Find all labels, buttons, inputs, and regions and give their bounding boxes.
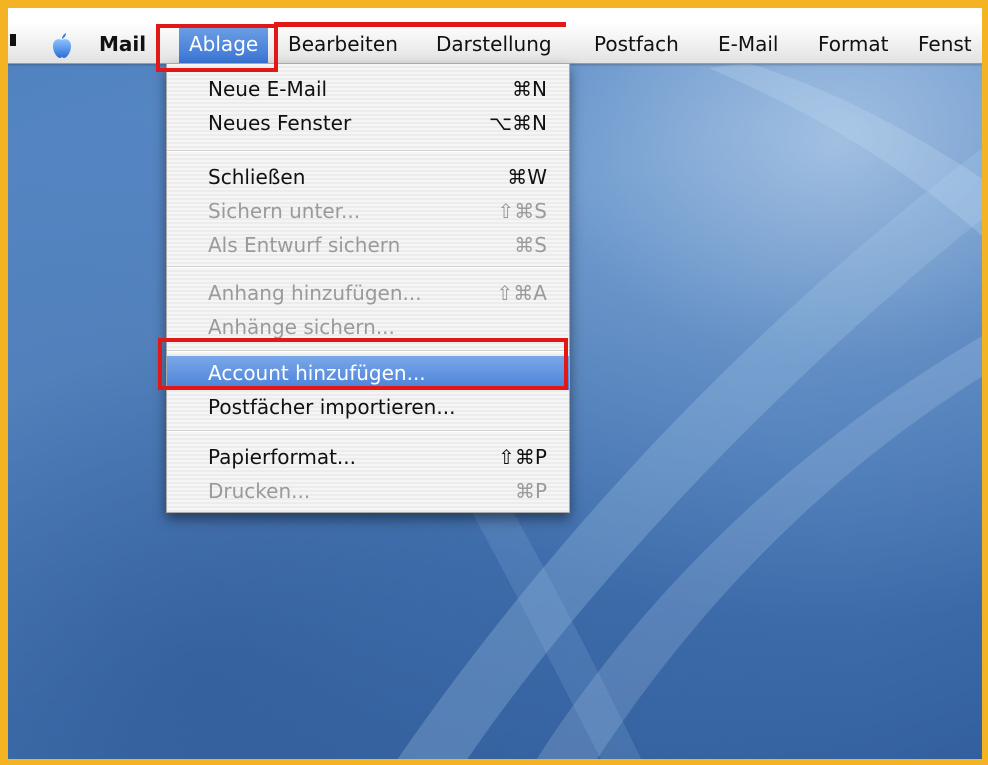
menu-item-shortcut: ⇧⌘A (496, 281, 547, 305)
menu-item-postfaecher-importieren[interactable]: Postfächer importieren... (167, 390, 569, 424)
menu-item-shortcut: ⌘N (512, 77, 547, 101)
menu-separator (167, 350, 569, 352)
ablage-dropdown-menu: Neue E-Mail ⌘N Neues Fenster ⌥⌘N Schließ… (166, 63, 570, 513)
menu-item-label: Neue E-Mail (208, 77, 328, 101)
menu-item-shortcut: ⌥⌘N (488, 111, 547, 135)
menu-item-label: Postfächer importieren... (208, 395, 456, 419)
menu-item-label: Schließen (208, 165, 306, 189)
menu-item-schliessen[interactable]: Schließen ⌘W (167, 160, 569, 194)
menu-item-anhang-hinzufuegen: Anhang hinzufügen... ⇧⌘A (167, 276, 569, 310)
menu-item-drucken: Drucken... ⌘P (167, 474, 569, 508)
menu-fenster[interactable]: Fenst (918, 26, 972, 63)
menu-item-shortcut: ⌘S (514, 233, 547, 257)
menu-item-label: Anhänge sichern... (208, 315, 395, 339)
menu-item-papierformat[interactable]: Papierformat... ⇧⌘P (167, 440, 569, 474)
menu-item-label: Neues Fenster (208, 111, 352, 135)
menu-mail[interactable]: Mail (99, 26, 146, 63)
menu-separator (167, 430, 569, 432)
menu-item-shortcut: ⌘P (514, 479, 547, 503)
menu-separator (167, 266, 569, 268)
menu-email[interactable]: E-Mail (718, 26, 778, 63)
menu-item-account-hinzufuegen[interactable]: Account hinzufügen... (167, 356, 569, 390)
menu-format[interactable]: Format (818, 26, 888, 63)
menu-postfach[interactable]: Postfach (594, 26, 679, 63)
screenshot-frame: Mail Ablage Bearbeiten Darstellung Postf… (0, 0, 988, 765)
annotation-line (274, 22, 566, 27)
menu-item-label: Drucken... (208, 479, 311, 503)
menu-item-shortcut: ⇧⌘S (497, 199, 547, 223)
menu-item-neues-fenster[interactable]: Neues Fenster ⌥⌘N (167, 106, 569, 140)
menu-item-als-entwurf-sichern: Als Entwurf sichern ⌘S (167, 228, 569, 262)
menu-ablage[interactable]: Ablage (179, 26, 269, 63)
menu-item-shortcut: ⇧⌘P (498, 445, 547, 469)
menu-darstellung[interactable]: Darstellung (436, 26, 552, 63)
menu-bearbeiten[interactable]: Bearbeiten (288, 26, 398, 63)
menu-item-label: Als Entwurf sichern (208, 233, 401, 257)
menu-item-shortcut: ⌘W (507, 165, 547, 189)
menu-separator (167, 150, 569, 152)
menu-item-neue-email[interactable]: Neue E-Mail ⌘N (167, 72, 569, 106)
menu-item-anhaenge-sichern: Anhänge sichern... (167, 310, 569, 344)
apple-logo-icon[interactable] (48, 32, 76, 60)
menu-item-label: Sichern unter... (208, 199, 361, 223)
menu-item-label: Account hinzufügen... (208, 361, 426, 385)
menu-item-sichern-unter: Sichern unter... ⇧⌘S (167, 194, 569, 228)
partial-cursor-icon (10, 34, 16, 46)
menu-item-label: Papierformat... (208, 445, 356, 469)
menu-item-label: Anhang hinzufügen... (208, 281, 422, 305)
